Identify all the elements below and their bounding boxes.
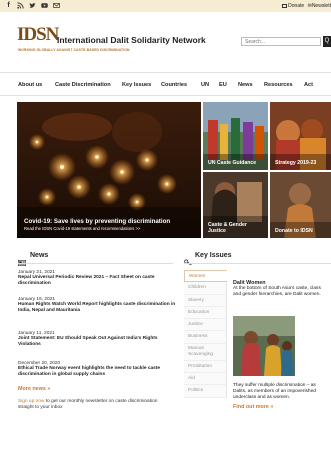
main-nav: About us Caste Discrimination Key Issues… [0, 72, 331, 96]
panel-text: At the bottom of South Asia's caste, cla… [233, 286, 321, 297]
top-links: Donate ✉Newslett [282, 2, 331, 10]
news-title[interactable]: Nepal Universal Periodic Review 2021 – F… [18, 275, 178, 287]
news-icon [18, 253, 27, 271]
hero-caption: Covid-19: Save lives by preventing discr… [24, 218, 170, 231]
tab-justice[interactable]: Justice [184, 319, 227, 332]
youtube-icon[interactable] [41, 2, 48, 9]
tile-caste-gender-justice[interactable]: Caste & Gender Justice [203, 172, 268, 238]
tab-business[interactable]: Business [184, 331, 227, 344]
tagline: WORKING GLOBALLY AGAINST CASTE-BASED DIS… [18, 48, 130, 52]
news-item[interactable]: January 21, 2021 Nepal Universal Periodi… [18, 270, 178, 287]
key-issues-heading: Key Issues [195, 252, 232, 259]
nav-act[interactable]: Act [304, 82, 313, 88]
newsletter-signup: Sign up now to get our monthly newslette… [18, 399, 168, 411]
nav-key-issues[interactable]: Key Issues [122, 82, 151, 88]
nav-eu[interactable]: EU [219, 82, 227, 88]
tab-aid[interactable]: Aid [184, 373, 227, 386]
search-button[interactable]: Q [323, 36, 331, 47]
tile-label: Strategy 2019-23 [275, 160, 317, 166]
tile-label: Caste & Gender Justice [208, 222, 247, 234]
top-bar: f Donate ✉Newslett [0, 0, 331, 12]
signup-link[interactable]: Sign up now [18, 399, 44, 404]
tab-children[interactable]: Children [184, 282, 227, 295]
nav-un[interactable]: UN [201, 82, 209, 88]
find-out-more-link[interactable]: Find out more » [233, 405, 329, 411]
more-news-link[interactable]: More news » [18, 386, 50, 392]
mail-icon[interactable] [53, 2, 60, 9]
donate-link[interactable]: Donate [288, 3, 304, 9]
dalit-women-photo [233, 316, 295, 376]
news-divider [18, 263, 173, 264]
tile-strategy[interactable]: Strategy 2019-23 [270, 102, 331, 170]
tile-label: UN Caste Guidance [208, 160, 257, 166]
news-item[interactable]: December 20, 2020 Ethical Trade Norway e… [18, 361, 178, 378]
panel-text-2: They suffer multiple discrimination – as… [233, 383, 316, 400]
newsletter-link[interactable]: Newslett [312, 3, 331, 9]
donate-icon [282, 3, 288, 8]
tab-prostitution[interactable]: Prostitution [184, 360, 227, 374]
tab-slavery[interactable]: Slavery [184, 294, 227, 307]
search-input[interactable] [241, 37, 321, 46]
hero-title[interactable]: Covid-19: Save lives by preventing discr… [24, 218, 170, 225]
nav-caste-discrimination[interactable]: Caste Discrimination [55, 82, 111, 88]
logo[interactable]: IDSN [17, 25, 59, 44]
nav-about-us[interactable]: About us [18, 82, 42, 88]
hero-subtitle[interactable]: Read the IDSN Covid-19 statements and re… [24, 226, 170, 231]
tab-politics[interactable]: Politics [184, 385, 227, 398]
facebook-icon[interactable]: f [5, 2, 12, 9]
news-title[interactable]: Ethical Trade Norway event highlights th… [18, 366, 178, 378]
key-issue-panel: Dalit Women At the bottom of South Asia'… [233, 280, 329, 298]
twitter-icon[interactable] [29, 2, 36, 9]
key-issue-panel-more: They suffer multiple discrimination – as… [233, 383, 329, 411]
women-photo [233, 316, 295, 376]
tab-education[interactable]: Education [184, 306, 227, 320]
tab-women[interactable]: Women [184, 270, 227, 283]
nav-news[interactable]: News [238, 82, 253, 88]
tile-donate[interactable]: Donate to IDSN [270, 172, 331, 238]
tile-label: Donate to IDSN [275, 228, 313, 234]
tab-manual-scavenging[interactable]: Manual Scavenging [184, 343, 227, 361]
nav-resources[interactable]: Resources [264, 82, 293, 88]
key-icon [184, 253, 192, 271]
hero-banner[interactable]: Covid-19: Save lives by preventing discr… [17, 102, 201, 238]
nav-countries[interactable]: Countries [161, 82, 187, 88]
key-issues-tabs: Women Children Slavery Education Justice… [184, 270, 227, 398]
tile-un-caste-guidance[interactable]: UN Caste Guidance [203, 102, 268, 170]
news-item[interactable]: January 16, 2021 Human Rights Watch Worl… [18, 297, 178, 314]
news-title[interactable]: Joint Statement: EU Should Speak Out Aga… [18, 336, 178, 348]
rss-icon[interactable] [17, 2, 24, 9]
news-title[interactable]: Human Rights Watch World Report highligh… [18, 302, 178, 314]
org-name: International Dalit Solidarity Network [57, 35, 206, 45]
news-item[interactable]: January 11, 2021 Joint Statement: EU Sho… [18, 331, 178, 348]
news-heading: News [30, 252, 49, 259]
social-links: f [5, 2, 60, 9]
key-issues-divider [184, 263, 331, 264]
